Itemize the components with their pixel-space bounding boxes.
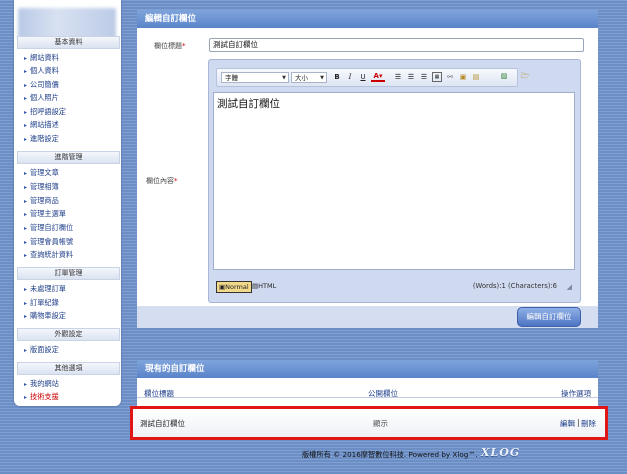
sidebar-section-appearance: 外觀設定 [17,328,120,341]
font-family-select[interactable]: 字體 ▼ [221,72,289,83]
arrow-bullet-icon: ▸ [24,122,28,129]
editor-toolbar: 字體 ▼ 大小 ▼ B I U A▾ ☰ ☰ ☰ ▦ ⚯ ▣ ▤ [216,68,518,87]
rich-text-editor: 字體 ▼ 大小 ▼ B I U A▾ ☰ ☰ ☰ ▦ ⚯ ▣ ▤ ▨ 🗁 測試自訂欄… [208,59,581,303]
editor-content-area[interactable]: 測試自訂欄位 [213,92,575,270]
paste-icon[interactable]: ▣ [458,72,468,82]
arrow-bullet-icon: ▸ [24,394,28,401]
sidebar-item-cart-settings[interactable]: ▸ 購物車設定 [24,310,66,321]
sidebar-item-photo[interactable]: ▸ 個人照片 [24,92,59,103]
sidebar-item-albums[interactable]: ▸ 管理相簿 [24,181,59,192]
field-content-label: 欄位內容* [146,177,178,185]
arrow-bullet-icon: ▸ [24,95,28,102]
chevron-down-icon: ▼ [282,75,286,81]
xlog-logo: XLOG [481,446,521,459]
field-title-input[interactable]: 測試自訂欄位 [209,38,584,52]
sidebar-item-products[interactable]: ▸ 管理商品 [24,195,59,206]
align-center-icon[interactable]: ☰ [406,72,416,82]
sidebar-item-site-desc[interactable]: ▸ 網站描述 [24,119,59,130]
italic-icon[interactable]: I [345,72,355,82]
column-header-public: 公開欄位 [368,389,398,398]
sidebar: 基本資料 ▸ 網站資料 ▸ 個人資料 ▸ 公司簡價 ▸ 個人照片 ▸ 招呼語設定 ▸ 網站描… [14,0,121,406]
arrow-bullet-icon: ▸ [24,170,28,177]
arrow-bullet-icon: ▸ [24,68,28,75]
sidebar-item-company[interactable]: ▸ 公司簡價 [24,79,59,90]
sidebar-item-layout[interactable]: ▸ 版面設定 [24,344,59,355]
arrow-bullet-icon: ▸ [24,136,28,143]
mode-normal-button[interactable]: ▣Normal [216,281,252,293]
arrow-bullet-icon: ▸ [24,109,28,116]
open-folder-icon[interactable]: 🗁 [520,71,530,81]
mode-html-button[interactable]: ▤HTML [252,281,276,291]
align-left-icon[interactable]: ☰ [393,72,403,82]
sidebar-section-other: 其他選項 [17,362,120,375]
paste-word-icon[interactable]: ▤ [471,72,481,82]
field-title-label: 欄位標題* [154,42,186,50]
sidebar-item-personal-info[interactable]: ▸ 個人資料 [24,65,59,76]
sidebar-item-order-history[interactable]: ▸ 訂單紀錄 [24,297,59,308]
link-icon[interactable]: ⚯ [445,72,455,82]
table-icon[interactable]: ▦ [432,72,442,82]
arrow-bullet-icon: ▸ [24,252,28,259]
sidebar-item-statistics[interactable]: ▸ 查詢統計資料 [24,249,73,260]
arrow-bullet-icon: ▸ [24,225,28,232]
editor-status-bar: ▣Normal ▤HTML (Words):1 (Characters):6 ◢ [213,274,575,296]
insert-image-icon[interactable]: ▨ [499,71,509,81]
sidebar-item-custom-fields[interactable]: ▸ 管理自訂欄位 [24,222,73,233]
sidebar-item-main-menu[interactable]: ▸ 管理主選單 [24,208,66,219]
resize-handle-icon[interactable]: ◢ [567,283,572,291]
sidebar-item-support[interactable]: ▸ 技術支援 [24,391,59,402]
underline-icon[interactable]: U [358,72,368,82]
column-header-actions: 操作選項 [561,389,591,398]
word-count: (Words):1 (Characters):6 [472,282,557,290]
arrow-bullet-icon: ▸ [24,82,28,89]
arrow-bullet-icon: ▸ [24,239,28,246]
sidebar-section-orders: 訂單管理 [17,267,120,280]
chevron-down-icon: ▼ [320,75,324,81]
sidebar-item-advanced-settings[interactable]: ▸ 進階設定 [24,133,59,144]
sidebar-item-greeting[interactable]: ▸ 招呼語設定 [24,106,66,117]
sidebar-item-members[interactable]: ▸ 管理會員帳號 [24,236,73,247]
arrow-bullet-icon: ▸ [24,347,28,354]
sidebar-section-basic: 基本資料 [17,36,120,49]
sidebar-item-site-info[interactable]: ▸ 網站資料 [24,52,59,63]
arrow-bullet-icon: ▸ [24,313,28,320]
arrow-bullet-icon: ▸ [24,198,28,205]
align-right-icon[interactable]: ☰ [419,72,429,82]
font-color-icon[interactable]: A▾ [371,72,385,82]
edit-panel-title: 編輯自訂欄位 [137,10,598,28]
sidebar-section-advanced: 進階管理 [17,151,120,164]
bold-icon[interactable]: B [332,72,342,82]
footer-copyright: 版權所有 © 2016摩智數位科技. Powered by Xlog™. [302,450,478,459]
save-custom-field-button[interactable]: 編輯自訂欄位 [517,307,581,327]
font-size-select[interactable]: 大小 ▼ [291,72,327,83]
arrow-bullet-icon: ▸ [24,211,28,218]
sidebar-item-articles[interactable]: ▸ 管理文章 [24,167,59,178]
column-header-title: 欄位標題 [144,389,174,398]
sidebar-item-my-site[interactable]: ▸ 我的網站 [24,378,59,389]
arrow-bullet-icon: ▸ [24,300,28,307]
arrow-bullet-icon: ▸ [24,184,28,191]
sidebar-item-pending-orders[interactable]: ▸ 未處理訂單 [24,283,66,294]
highlight-frame [130,406,608,440]
arrow-bullet-icon: ▸ [24,381,28,388]
arrow-bullet-icon: ▸ [24,55,28,62]
arrow-bullet-icon: ▸ [24,286,28,293]
list-panel-title: 現有的自訂欄位 [137,360,598,378]
